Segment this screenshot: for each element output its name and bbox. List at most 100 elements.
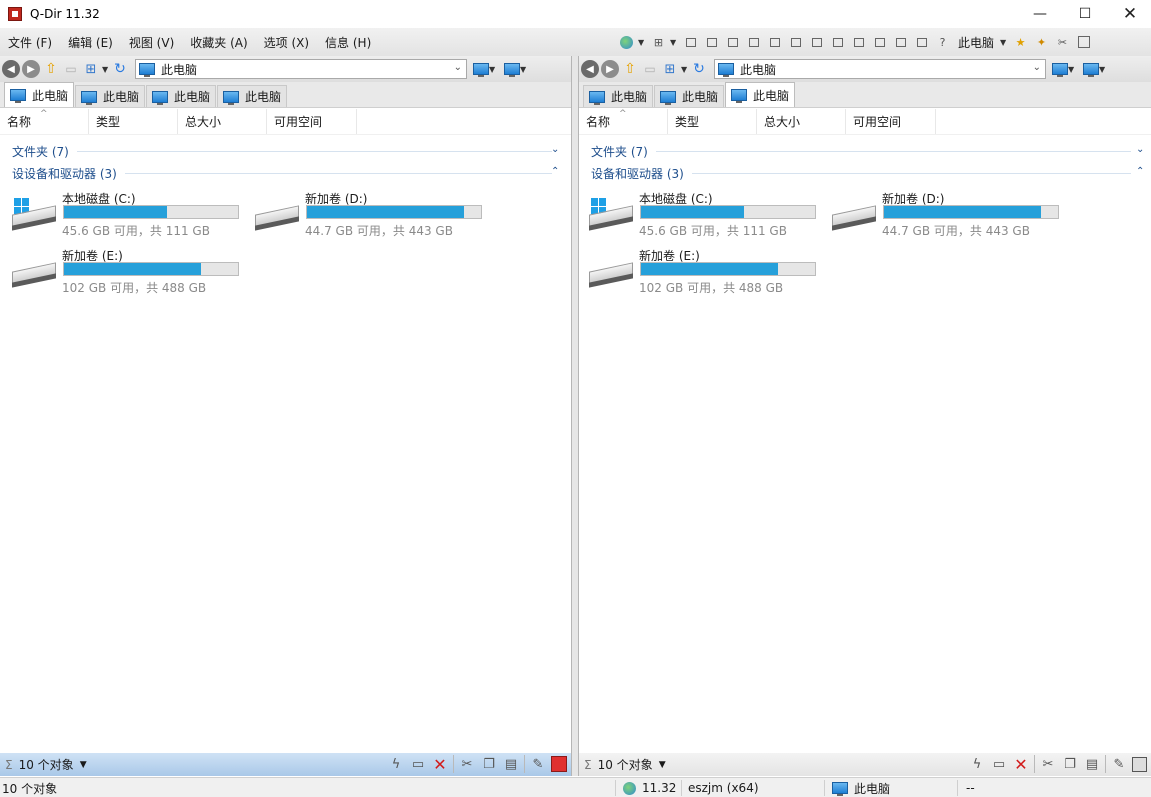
exit-icon[interactable] xyxy=(1132,756,1147,772)
menu-view[interactable]: 视图 (V) xyxy=(121,34,182,51)
tab-this-pc[interactable]: 此电脑 xyxy=(217,85,288,107)
window-icon[interactable] xyxy=(1074,33,1093,52)
maximize-button[interactable]: ☐ xyxy=(1062,0,1108,28)
layout-6-icon[interactable] xyxy=(786,33,805,52)
column-total-size[interactable]: 总大小 xyxy=(178,109,267,134)
properties-icon[interactable]: ▭ xyxy=(409,755,427,773)
forward-icon[interactable]: ▶ xyxy=(601,60,619,78)
layout-2-icon[interactable] xyxy=(702,33,721,52)
up-folder-icon[interactable]: ⇧ xyxy=(42,60,60,78)
layout-4-icon[interactable] xyxy=(744,33,763,52)
cut-icon[interactable]: ✂ xyxy=(458,755,476,773)
drive-d[interactable]: 新加卷 (D:) 44.7 GB 可用，共 443 GB xyxy=(832,188,1072,238)
delete-icon[interactable]: ✕ xyxy=(1012,755,1030,774)
view-dropdown-icon[interactable]: ▼ xyxy=(102,65,111,74)
view-dropdown-icon[interactable]: ▼ xyxy=(681,65,690,74)
menu-file[interactable]: 文件 (F) xyxy=(0,34,60,51)
menu-info[interactable]: 信息 (H) xyxy=(317,34,379,51)
paste-icon[interactable]: ▤ xyxy=(1083,755,1101,773)
back-icon[interactable]: ◀ xyxy=(581,60,599,78)
quick-action-icon[interactable]: ϟ xyxy=(968,755,986,773)
layout-grid-icon[interactable]: ⊞ xyxy=(649,33,668,52)
count-dropdown-icon[interactable]: ▼ xyxy=(80,760,87,770)
layout-9-icon[interactable] xyxy=(849,33,868,52)
drive-e[interactable]: 新加卷 (E:) 102 GB 可用，共 488 GB xyxy=(12,245,252,295)
tab-this-pc[interactable]: 此电脑 xyxy=(75,85,146,107)
group-folders[interactable]: 文件夹 (7) xyxy=(591,142,1131,160)
object-count[interactable]: 10 个对象 xyxy=(598,756,653,773)
globe-dropdown-icon[interactable]: ▼ xyxy=(638,38,647,47)
address-dropdown-icon[interactable]: ⌄ xyxy=(1033,62,1041,73)
drive-e[interactable]: 新加卷 (E:) 102 GB 可用，共 488 GB xyxy=(589,245,829,295)
tab-this-pc[interactable]: 此电脑 xyxy=(654,85,725,107)
display-button-2[interactable]: ▼ xyxy=(1083,63,1108,77)
paste-icon[interactable]: ▤ xyxy=(502,755,520,773)
tools-icon[interactable]: ✂ xyxy=(1053,33,1072,52)
menu-edit[interactable]: 编辑 (E) xyxy=(60,34,121,51)
address-bar[interactable]: 此电脑 ⌄ xyxy=(714,59,1046,79)
chevron-down-icon[interactable]: ⌄ xyxy=(1136,144,1144,155)
location-dropdown-icon[interactable]: ▼ xyxy=(1000,38,1009,47)
view-grid-icon[interactable]: ⊞ xyxy=(661,60,679,78)
globe-icon[interactable] xyxy=(617,33,636,52)
cut-icon[interactable]: ✂ xyxy=(1039,755,1057,773)
rename-icon[interactable]: ✎ xyxy=(529,755,547,773)
toolbar-location-label[interactable]: 此电脑 xyxy=(958,34,994,51)
column-free-space[interactable]: 可用空间 xyxy=(846,109,936,134)
minimize-button[interactable]: — xyxy=(1017,0,1063,28)
quick-access-icon[interactable]: ★ xyxy=(1011,33,1030,52)
layout-5-icon[interactable] xyxy=(765,33,784,52)
properties-icon[interactable]: ▭ xyxy=(990,755,1008,773)
layout-10-icon[interactable] xyxy=(870,33,889,52)
tab-this-pc[interactable]: 此电脑 xyxy=(583,85,654,107)
refresh-icon[interactable]: ↻ xyxy=(111,60,129,78)
chevron-up-icon[interactable]: ⌃ xyxy=(1136,166,1144,177)
group-devices[interactable]: 设备和驱动器 (3) xyxy=(591,164,1131,182)
display-button[interactable]: ▼ xyxy=(1052,63,1077,77)
tab-this-pc[interactable]: 此电脑 xyxy=(146,85,217,107)
object-count[interactable]: 10 个对象 xyxy=(19,756,74,773)
layout-3-icon[interactable] xyxy=(723,33,742,52)
folder-icon[interactable]: ▭ xyxy=(641,60,659,78)
layout-1-icon[interactable] xyxy=(681,33,700,52)
layout-8-icon[interactable] xyxy=(828,33,847,52)
menu-options[interactable]: 选项 (X) xyxy=(256,34,317,51)
layout-12-icon[interactable] xyxy=(912,33,931,52)
copy-icon[interactable]: ❐ xyxy=(1061,755,1079,773)
layout-11-icon[interactable] xyxy=(891,33,910,52)
column-total-size[interactable]: 总大小 xyxy=(757,109,846,134)
refresh-icon[interactable]: ↻ xyxy=(690,60,708,78)
chevron-down-icon[interactable]: ⌄ xyxy=(551,144,559,155)
column-name[interactable]: 名称 ^ xyxy=(579,109,668,134)
rename-icon[interactable]: ✎ xyxy=(1110,755,1128,773)
up-folder-icon[interactable]: ⇧ xyxy=(621,60,639,78)
chevron-up-icon[interactable]: ⌃ xyxy=(551,166,559,177)
view-grid-icon[interactable]: ⊞ xyxy=(82,60,100,78)
back-icon[interactable]: ◀ xyxy=(2,60,20,78)
delete-icon[interactable]: ✕ xyxy=(431,755,449,774)
drive-c[interactable]: 本地磁盘 (C:) 45.6 GB 可用，共 111 GB xyxy=(12,188,252,238)
menu-favorites[interactable]: 收藏夹 (A) xyxy=(182,34,255,51)
column-name[interactable]: 名称 ^ xyxy=(0,109,89,134)
group-devices[interactable]: 设设备和驱动器 (3) xyxy=(12,164,552,182)
count-dropdown-icon[interactable]: ▼ xyxy=(659,760,666,770)
pin-icon[interactable]: ✦ xyxy=(1032,33,1051,52)
forward-icon[interactable]: ▶ xyxy=(22,60,40,78)
address-bar[interactable]: 此电脑 ⌄ xyxy=(135,59,467,79)
copy-icon[interactable]: ❐ xyxy=(480,755,498,773)
column-type[interactable]: 类型 xyxy=(668,109,757,134)
layout-dropdown-icon[interactable]: ▼ xyxy=(670,38,679,47)
display-button-2[interactable]: ▼ xyxy=(504,63,529,77)
tab-this-pc[interactable]: 此电脑 xyxy=(4,82,75,107)
help-icon[interactable]: ? xyxy=(933,33,952,52)
quick-action-icon[interactable]: ϟ xyxy=(387,755,405,773)
drive-c[interactable]: 本地磁盘 (C:) 45.6 GB 可用，共 111 GB xyxy=(589,188,829,238)
column-type[interactable]: 类型 xyxy=(89,109,178,134)
address-dropdown-icon[interactable]: ⌄ xyxy=(454,62,462,73)
drive-d[interactable]: 新加卷 (D:) 44.7 GB 可用，共 443 GB xyxy=(255,188,495,238)
folder-icon[interactable]: ▭ xyxy=(62,60,80,78)
tab-this-pc[interactable]: 此电脑 xyxy=(725,82,796,107)
layout-7-icon[interactable] xyxy=(807,33,826,52)
exit-icon[interactable] xyxy=(551,756,567,772)
display-button[interactable]: ▼ xyxy=(473,63,498,77)
